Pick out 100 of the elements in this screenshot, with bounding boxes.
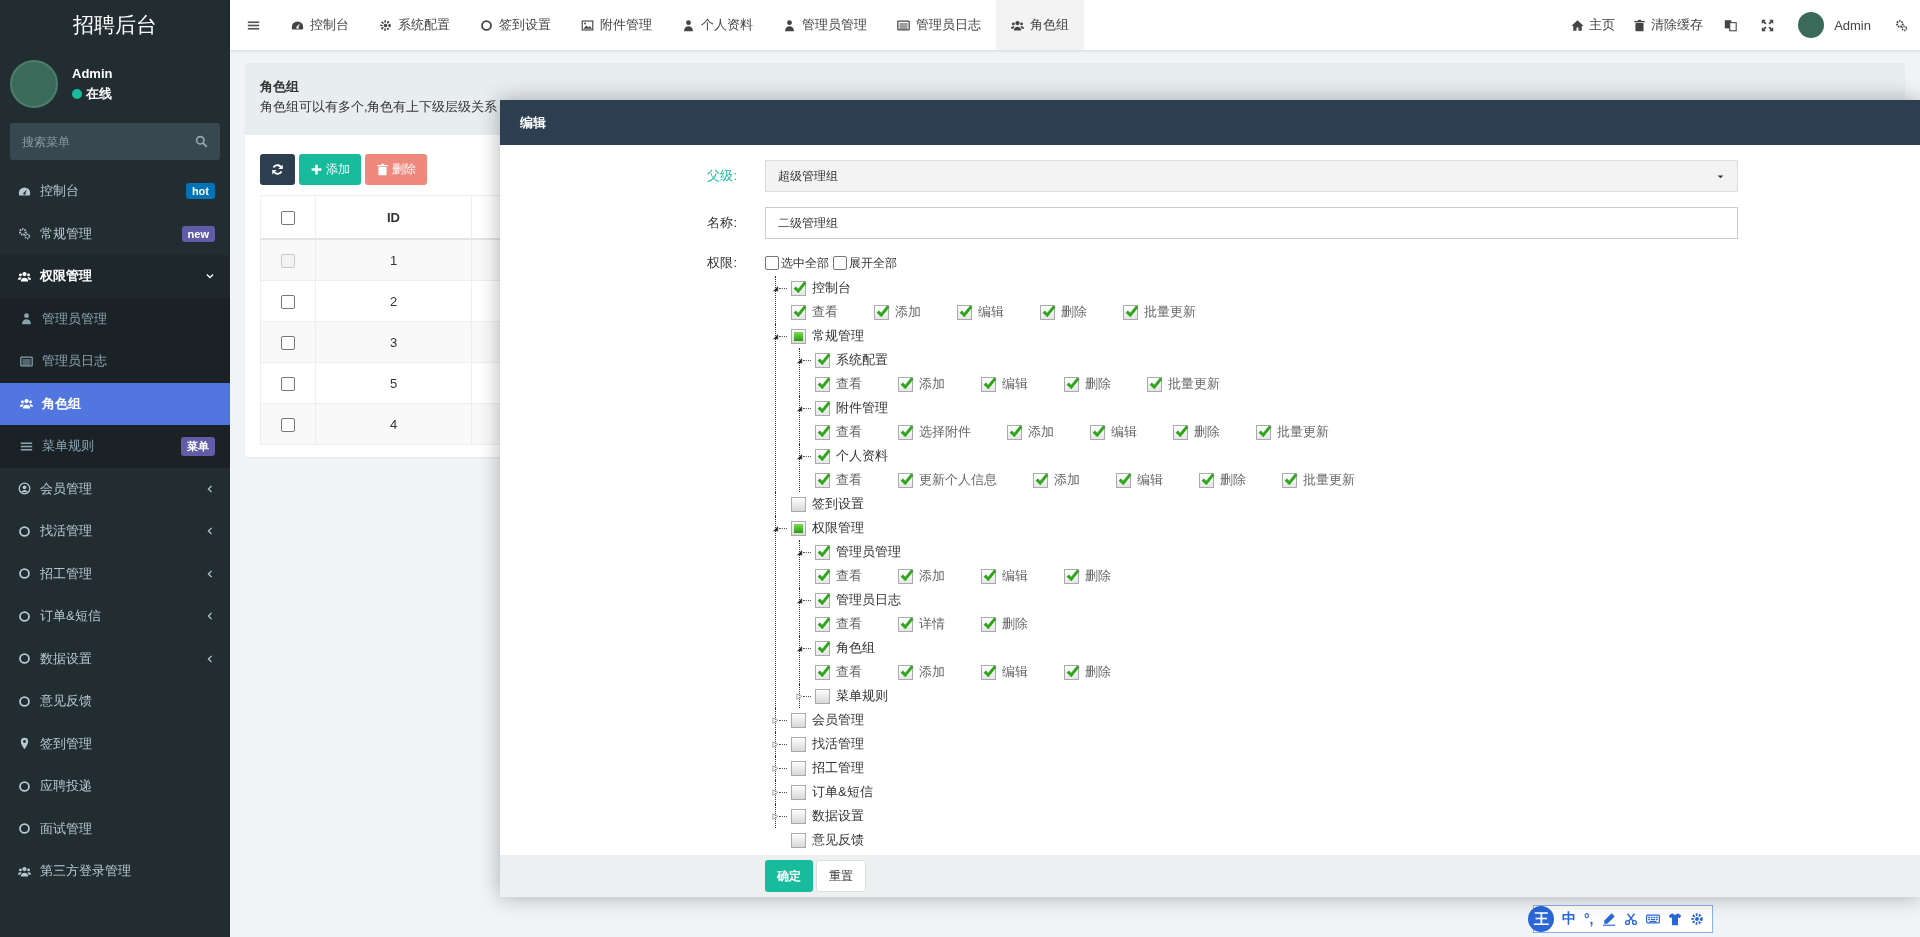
select-field[interactable]: 超级管理组 [765,160,1738,192]
checkbox[interactable] [1064,376,1079,392]
permission-label[interactable]: 添加 [1028,423,1054,441]
checkbox[interactable] [815,592,830,608]
permission-label[interactable]: 删除 [1194,423,1220,441]
expand-toggle-icon[interactable] [796,356,803,364]
permission-label[interactable]: 批量更新 [1277,423,1329,441]
checkbox[interactable] [1147,376,1162,392]
permission-label[interactable]: 删除 [1085,375,1111,393]
checkbox[interactable] [815,688,830,704]
permission-label[interactable]: 管理员日志 [836,591,901,609]
permission-label[interactable]: 查看 [812,303,838,321]
permission-label[interactable]: 数据设置 [812,807,864,825]
checkbox[interactable] [815,424,830,440]
checkbox[interactable] [1123,304,1138,320]
sidebar-item[interactable]: 会员管理 [0,467,230,510]
expand-toggle-icon[interactable] [772,812,779,820]
expand-toggle-icon[interactable] [772,524,779,532]
checkbox[interactable] [791,280,806,296]
permission-label[interactable]: 菜单规则 [836,687,888,705]
expand-toggle-icon[interactable] [796,596,803,604]
permission-label[interactable]: 添加 [1054,471,1080,489]
checkbox[interactable] [791,304,806,320]
permission-label[interactable]: 编辑 [1002,663,1028,681]
permission-label[interactable]: 编辑 [1111,423,1137,441]
permission-label[interactable]: 添加 [895,303,921,321]
permission-label[interactable]: 删除 [1220,471,1246,489]
permission-label[interactable]: 删除 [1085,663,1111,681]
checkbox[interactable] [815,448,830,464]
permission-label[interactable]: 选择附件 [919,423,971,441]
sidebar-item[interactable]: 订单&短信 [0,595,230,638]
permission-label[interactable]: 删除 [1002,615,1028,633]
permission-label[interactable]: 查看 [836,423,862,441]
expand-toggle-icon[interactable] [796,404,803,412]
checkbox[interactable] [833,256,847,270]
tab[interactable]: 管理员日志 [882,0,996,50]
permission-label[interactable]: 更新个人信息 [919,471,997,489]
expand-toggle-icon[interactable] [772,788,779,796]
checkbox[interactable] [981,376,996,392]
permission-label[interactable]: 添加 [919,375,945,393]
permission-label[interactable]: 删除 [1085,567,1111,585]
checkbox[interactable] [898,472,913,488]
permission-label[interactable]: 权限管理 [812,519,864,537]
tab[interactable]: 附件管理 [566,0,667,50]
checkbox[interactable] [791,760,806,776]
sidebar-item[interactable]: 管理员日志 [0,340,230,383]
row-checkbox[interactable] [281,294,295,309]
refresh-button[interactable] [260,154,295,185]
expand-toggle-icon[interactable] [796,644,803,652]
expand-toggle-icon[interactable] [772,716,779,724]
permission-label[interactable]: 个人资料 [836,447,888,465]
permission-label[interactable]: 系统配置 [836,351,888,369]
permission-label[interactable]: 常规管理 [812,327,864,345]
permission-label[interactable]: 招工管理 [812,759,864,777]
checkbox[interactable] [791,784,806,800]
checkbox[interactable] [815,472,830,488]
sidebar-item[interactable]: 权限管理 [0,255,230,298]
permission-label[interactable]: 批量更新 [1168,375,1220,393]
checkbox[interactable] [791,832,806,848]
punctuation-button[interactable]: °, [1584,911,1594,927]
permission-label[interactable]: 意见反馈 [812,831,864,849]
checkbox-label[interactable]: 选中全部 [781,254,829,272]
sidebar-item[interactable]: 签到管理 [0,722,230,765]
permission-label[interactable]: 签到设置 [812,495,864,513]
permission-label[interactable]: 删除 [1061,303,1087,321]
checkbox[interactable] [815,400,830,416]
checkbox[interactable] [1040,304,1055,320]
expand-toggle-icon[interactable] [796,548,803,556]
row-checkbox[interactable] [281,376,295,391]
checkbox[interactable] [1282,472,1297,488]
checkbox[interactable] [1199,472,1214,488]
sidebar-item[interactable]: 管理员管理 [0,297,230,340]
checkbox[interactable] [791,808,806,824]
input-mode-button[interactable]: 中 [1562,910,1576,928]
permission-label[interactable]: 查看 [836,471,862,489]
checkbox[interactable] [815,544,830,560]
checkbox[interactable] [898,376,913,392]
tab[interactable]: 管理员管理 [768,0,882,50]
permission-label[interactable]: 找活管理 [812,735,864,753]
checkbox[interactable] [1064,664,1079,680]
row-checkbox[interactable] [281,417,295,432]
checkbox[interactable] [1256,424,1271,440]
sidebar-item[interactable]: 面试管理 [0,807,230,850]
checkbox[interactable] [1064,568,1079,584]
tab[interactable]: 系统配置 [364,0,465,50]
checkbox[interactable] [791,496,806,512]
tab[interactable]: 个人资料 [667,0,768,50]
checkbox[interactable] [898,616,913,632]
permission-label[interactable]: 编辑 [1137,471,1163,489]
checkbox[interactable] [1173,424,1188,440]
search-field[interactable]: 搜索菜单 [10,123,220,160]
permission-label[interactable]: 详情 [919,615,945,633]
checkbox[interactable] [898,664,913,680]
permission-label[interactable]: 批量更新 [1303,471,1355,489]
checkbox[interactable] [957,304,972,320]
sidebar-item[interactable]: 第三方登录管理 [0,850,230,893]
sidebar-item[interactable]: 菜单规则 菜单 [0,425,230,468]
reset-button[interactable]: 重置 [816,860,866,892]
checkbox[interactable] [981,616,996,632]
input-field[interactable]: 二级管理组 [765,207,1738,239]
